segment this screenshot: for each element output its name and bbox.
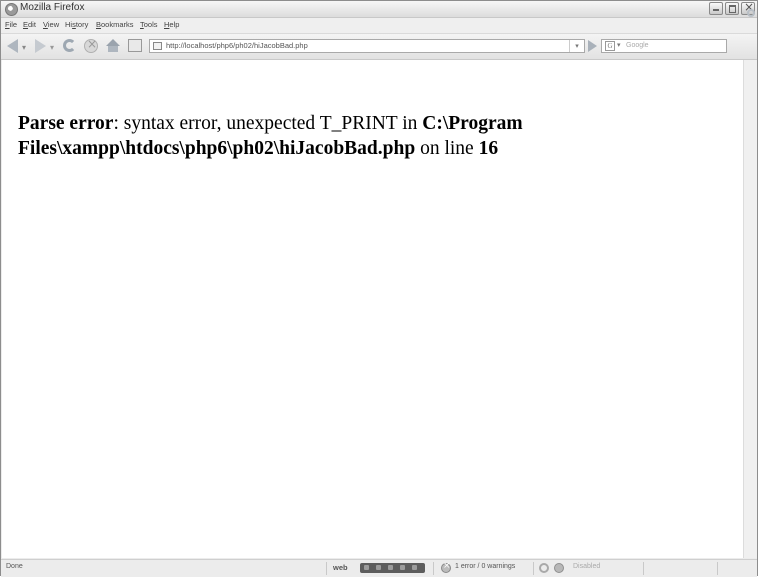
web-developer-toolbar-icon[interactable] — [360, 563, 425, 573]
back-dropdown-icon[interactable]: ▾ — [22, 43, 28, 57]
status-separator — [433, 562, 434, 575]
maximize-button[interactable] — [725, 2, 739, 15]
disabled-label: Disabled — [573, 563, 601, 570]
status-options-icon[interactable] — [554, 563, 564, 573]
menu-edit[interactable]: Edit — [23, 20, 36, 29]
menu-file[interactable]: File — [5, 20, 17, 29]
error-line-label: on line — [415, 138, 479, 159]
search-engine-dropdown-icon[interactable]: ▾ — [617, 41, 621, 49]
status-text: Done — [6, 563, 23, 570]
home-icon[interactable] — [105, 39, 121, 53]
minimize-button[interactable] — [709, 2, 723, 15]
menu-view[interactable]: View — [43, 20, 59, 29]
page-content: Parse error: syntax error, unexpected T_… — [2, 60, 743, 558]
menu-tools[interactable]: Tools — [140, 20, 158, 29]
firefox-icon — [5, 3, 18, 16]
title-bar: Mozilla Firefox — [1, 0, 757, 18]
status-bar: Done web 1 error / 0 warnings Disabled — [1, 559, 757, 577]
web-developer-logo: web — [333, 563, 348, 572]
menu-history[interactable]: History — [65, 20, 88, 29]
error-line-number: 16 — [478, 138, 499, 159]
error-message: : syntax error, unexpected T_PRINT in — [113, 113, 423, 134]
window-title: Mozilla Firefox — [20, 2, 85, 13]
search-placeholder[interactable]: Google — [626, 42, 649, 49]
go-icon[interactable] — [588, 40, 597, 52]
url-dropdown-icon[interactable]: ▾ — [569, 40, 584, 52]
php-error-message: Parse error: syntax error, unexpected T_… — [18, 111, 718, 161]
back-icon[interactable] — [7, 39, 18, 53]
search-engine-icon[interactable]: G — [605, 41, 615, 51]
search-box[interactable]: G ▾ Google — [601, 39, 727, 53]
forward-dropdown-icon[interactable]: ▾ — [50, 43, 56, 57]
new-tab-icon[interactable] — [128, 39, 142, 52]
status-separator — [326, 562, 327, 575]
status-refresh-icon[interactable] — [539, 563, 549, 573]
navigation-toolbar: ▾ ▾ http://localhost/php6/ph02/hiJacobBa… — [1, 34, 757, 60]
menu-bar: File Edit View History Bookmarks Tools H… — [1, 18, 757, 34]
url-text[interactable]: http://localhost/php6/ph02/hiJacobBad.ph… — [166, 41, 308, 50]
status-separator — [533, 562, 534, 575]
search-icon[interactable] — [747, 9, 755, 17]
vertical-scrollbar[interactable] — [743, 60, 757, 558]
address-bar[interactable]: http://localhost/php6/ph02/hiJacobBad.ph… — [149, 39, 585, 53]
error-label: Parse error — [18, 113, 114, 134]
error-count[interactable]: 1 error / 0 warnings — [455, 563, 515, 570]
forward-icon[interactable] — [35, 39, 46, 53]
stop-icon[interactable] — [84, 37, 98, 53]
status-separator — [643, 562, 644, 575]
menu-help[interactable]: Help — [164, 20, 179, 29]
page-favicon-icon — [153, 42, 162, 50]
reload-icon[interactable] — [63, 39, 76, 52]
browser-window: Mozilla Firefox File Edit View History B… — [0, 0, 758, 577]
error-console-icon[interactable] — [441, 561, 451, 573]
status-separator — [717, 562, 718, 575]
menu-bookmarks[interactable]: Bookmarks — [96, 20, 134, 29]
